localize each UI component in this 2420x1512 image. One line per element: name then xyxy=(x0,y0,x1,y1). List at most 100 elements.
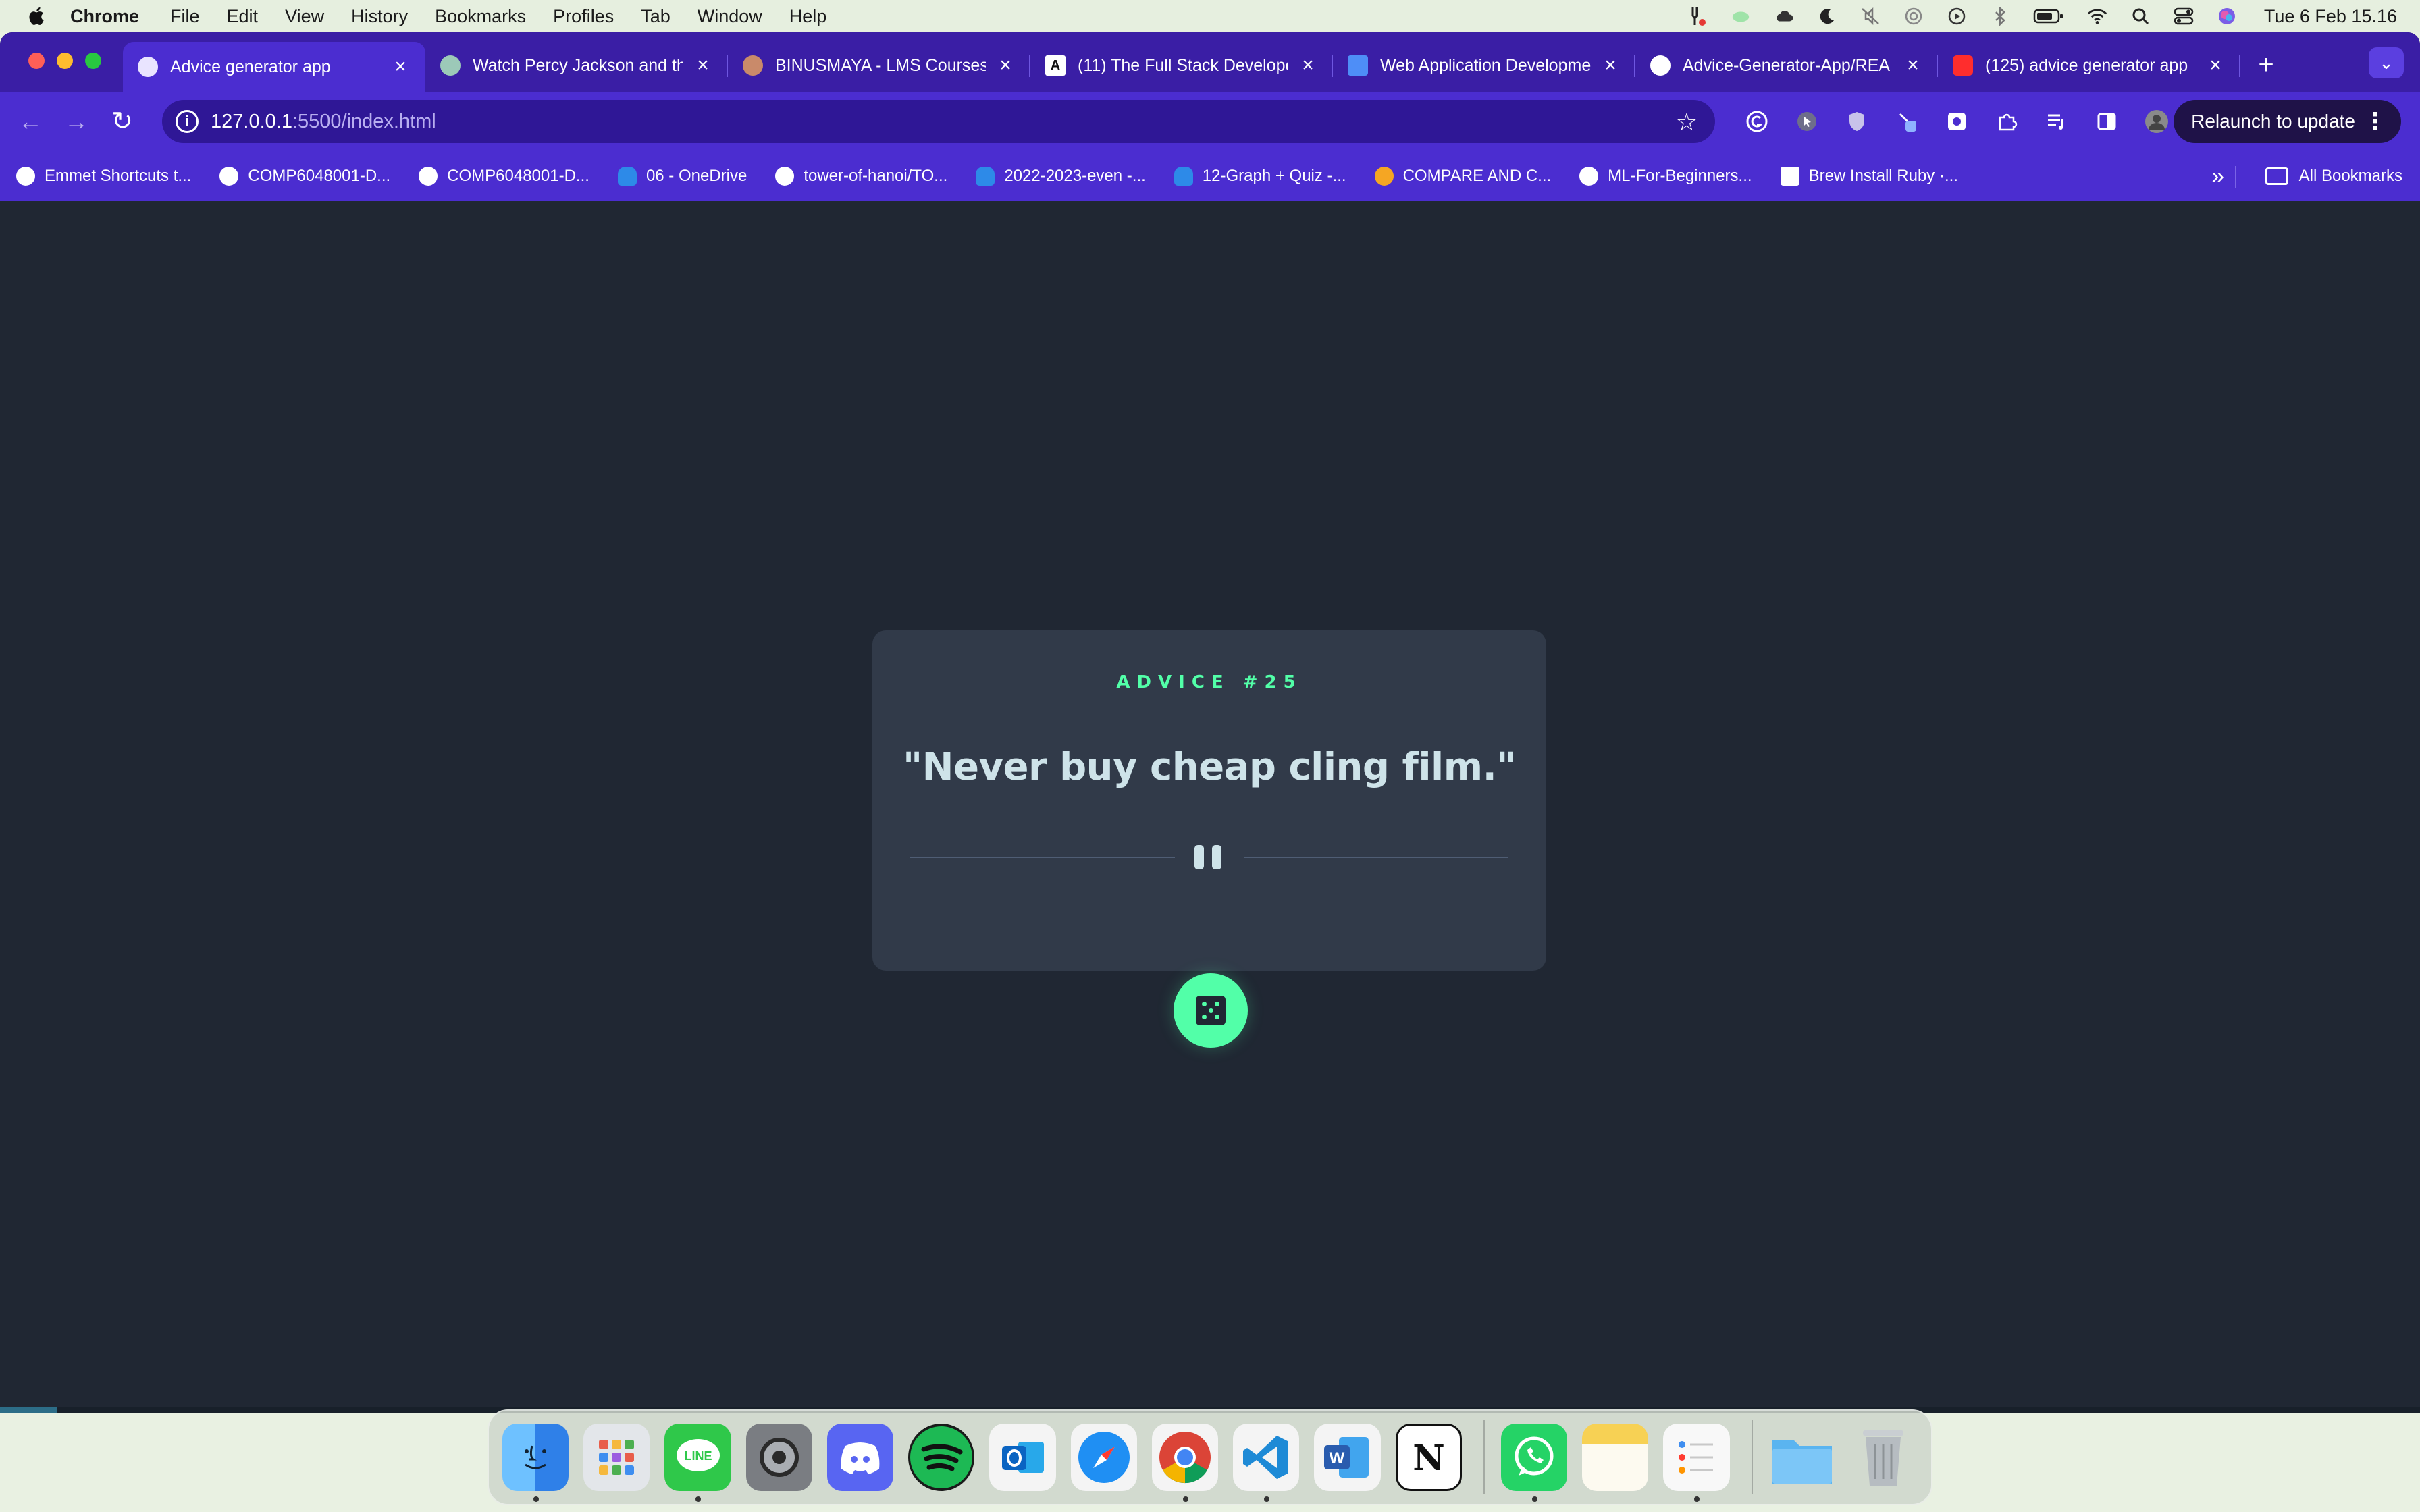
airdrop-icon[interactable] xyxy=(1903,6,1924,26)
menu-window[interactable]: Window xyxy=(698,6,762,27)
close-icon[interactable]: × xyxy=(1600,55,1621,76)
whatsapp-icon[interactable] xyxy=(1500,1424,1568,1502)
shield-icon[interactable] xyxy=(1842,107,1872,136)
screenshot-icon[interactable] xyxy=(1942,107,1972,136)
chrome-icon[interactable] xyxy=(1151,1424,1219,1502)
line-icon[interactable]: LINE xyxy=(664,1424,731,1502)
cloud-green-icon[interactable] xyxy=(1731,6,1751,26)
close-icon[interactable]: × xyxy=(390,57,411,77)
menu-bar-clock[interactable]: Tue 6 Feb 15.16 xyxy=(2264,6,2397,27)
reload-icon: ↻ xyxy=(111,107,133,136)
play-icon[interactable] xyxy=(1947,6,1967,26)
bookmark-item[interactable]: COMP6048001-D... xyxy=(219,167,390,186)
more-menu-icon[interactable]: ⋮ xyxy=(2363,100,2386,143)
minimize-window-button[interactable] xyxy=(57,53,73,69)
bookmark-item[interactable]: 2022-2023-even -... xyxy=(976,167,1146,186)
moon-icon[interactable] xyxy=(1817,6,1837,26)
close-icon[interactable]: × xyxy=(693,55,713,76)
extensions-area xyxy=(1742,105,2172,138)
bookmark-item[interactable]: ML-For-Beginners... xyxy=(1579,167,1752,186)
all-bookmarks-button[interactable]: All Bookmarks xyxy=(2265,151,2402,201)
bookmark-item[interactable]: Brew Install Ruby ·... xyxy=(1780,167,1958,186)
launchpad-icon[interactable] xyxy=(583,1424,650,1491)
menu-app-name[interactable]: Chrome xyxy=(70,6,139,27)
control-center-icon[interactable] xyxy=(2174,6,2194,26)
bookmarks-overflow-icon[interactable]: » xyxy=(2211,163,2224,190)
tab-github-readme[interactable]: Advice-Generator-App/REA × xyxy=(1635,45,1938,86)
svg-text:W: W xyxy=(1330,1449,1345,1467)
tab-advice-generator[interactable]: Advice generator app × xyxy=(123,42,425,92)
siri-icon[interactable] xyxy=(2217,6,2237,26)
bookmark-item[interactable]: COMP6048001-D... xyxy=(419,167,589,186)
outlook-icon[interactable] xyxy=(989,1424,1056,1491)
puzzle-icon[interactable] xyxy=(1992,107,2022,136)
tab-percy-jackson[interactable]: Watch Percy Jackson and the × xyxy=(425,45,728,86)
profile-avatar[interactable] xyxy=(2142,107,2172,136)
media-controls-icon[interactable] xyxy=(2042,107,2072,136)
menu-bookmarks[interactable]: Bookmarks xyxy=(435,6,526,27)
cloud-icon[interactable] xyxy=(1774,6,1794,26)
cursor-extension-icon[interactable] xyxy=(1792,107,1822,136)
grammarly-icon[interactable] xyxy=(1742,107,1772,136)
menu-view[interactable]: View xyxy=(285,6,324,27)
generate-advice-button[interactable] xyxy=(1174,973,1248,1048)
tool-icon[interactable] xyxy=(1687,6,1708,26)
bluetooth-icon[interactable] xyxy=(1990,6,2010,26)
bookmark-item[interactable]: COMPARE AND C... xyxy=(1374,167,1551,186)
menu-profiles[interactable]: Profiles xyxy=(553,6,614,27)
tab-youtube[interactable]: (125) advice generator app × xyxy=(1938,45,2240,86)
tab-web-app-dev[interactable]: Web Application Developme × xyxy=(1333,45,1635,86)
new-tab-button[interactable]: + xyxy=(2246,45,2286,86)
battery-icon[interactable] xyxy=(2033,6,2064,26)
bookmark-item[interactable]: Emmet Shortcuts t... xyxy=(16,167,191,186)
apple-logo-icon[interactable] xyxy=(26,5,49,28)
downloads-folder-icon[interactable] xyxy=(1769,1424,1835,1491)
trash-icon[interactable] xyxy=(1850,1424,1916,1491)
finder-icon[interactable] xyxy=(502,1424,569,1502)
bookmark-label: COMP6048001-D... xyxy=(447,167,589,185)
forward-button[interactable]: → xyxy=(61,106,92,137)
notes-icon[interactable] xyxy=(1582,1424,1649,1491)
advice-id: ADVICE #25 xyxy=(1116,672,1303,693)
tab-list: Advice generator app × Watch Percy Jacks… xyxy=(123,42,2286,92)
color-picker-icon[interactable] xyxy=(1892,107,1922,136)
safari-icon[interactable] xyxy=(1070,1424,1137,1491)
tab-binusmaya[interactable]: BINUSMAYA - LMS Courses × xyxy=(728,45,1030,86)
side-panel-icon[interactable] xyxy=(2092,107,2122,136)
close-icon[interactable]: × xyxy=(1298,55,1318,76)
search-icon[interactable] xyxy=(2130,6,2151,26)
menu-edit[interactable]: Edit xyxy=(227,6,259,27)
menu-history[interactable]: History xyxy=(351,6,408,27)
close-icon[interactable]: × xyxy=(2205,55,2226,76)
bookmark-item[interactable]: tower-of-hanoi/TO... xyxy=(775,167,947,186)
reminders-icon[interactable] xyxy=(1663,1424,1730,1502)
bookmark-item[interactable]: 06 - OneDrive xyxy=(617,167,747,186)
bookmark-item[interactable]: 12-Graph + Quiz -... xyxy=(1174,167,1346,186)
bookmark-star-icon[interactable]: ☆ xyxy=(1676,108,1698,136)
zoom-window-button[interactable] xyxy=(85,53,101,69)
address-bar[interactable]: i 127.0.0.1:5500/index.html ☆ xyxy=(162,100,1715,143)
notion-icon[interactable]: N xyxy=(1395,1424,1462,1491)
url-host: 127.0.0.1 xyxy=(211,110,292,132)
globe-icon xyxy=(1579,167,1599,186)
back-button[interactable]: ← xyxy=(15,106,46,137)
site-info-icon[interactable]: i xyxy=(176,110,199,133)
reload-button[interactable]: ↻ xyxy=(107,106,138,137)
mic-off-icon[interactable] xyxy=(1860,6,1880,26)
menu-file[interactable]: File xyxy=(170,6,200,27)
word-icon[interactable]: W xyxy=(1314,1424,1381,1491)
tab-full-stack[interactable]: A (11) The Full Stack Develope × xyxy=(1030,45,1333,86)
close-icon[interactable]: × xyxy=(995,55,1016,76)
system-settings-icon[interactable] xyxy=(745,1424,812,1491)
close-window-button[interactable] xyxy=(28,53,45,69)
menu-help[interactable]: Help xyxy=(789,6,827,27)
tab-search-button[interactable]: ⌄ xyxy=(2369,47,2404,78)
colab-icon xyxy=(1374,167,1394,186)
close-icon[interactable]: × xyxy=(1903,55,1923,76)
spotify-icon[interactable] xyxy=(908,1424,975,1491)
vscode-icon[interactable] xyxy=(1233,1424,1300,1502)
discord-icon[interactable] xyxy=(826,1424,894,1491)
wifi-icon[interactable] xyxy=(2087,6,2107,26)
relaunch-button[interactable]: Relaunch to update ⋮ xyxy=(2174,100,2401,143)
menu-tab[interactable]: Tab xyxy=(641,6,670,27)
